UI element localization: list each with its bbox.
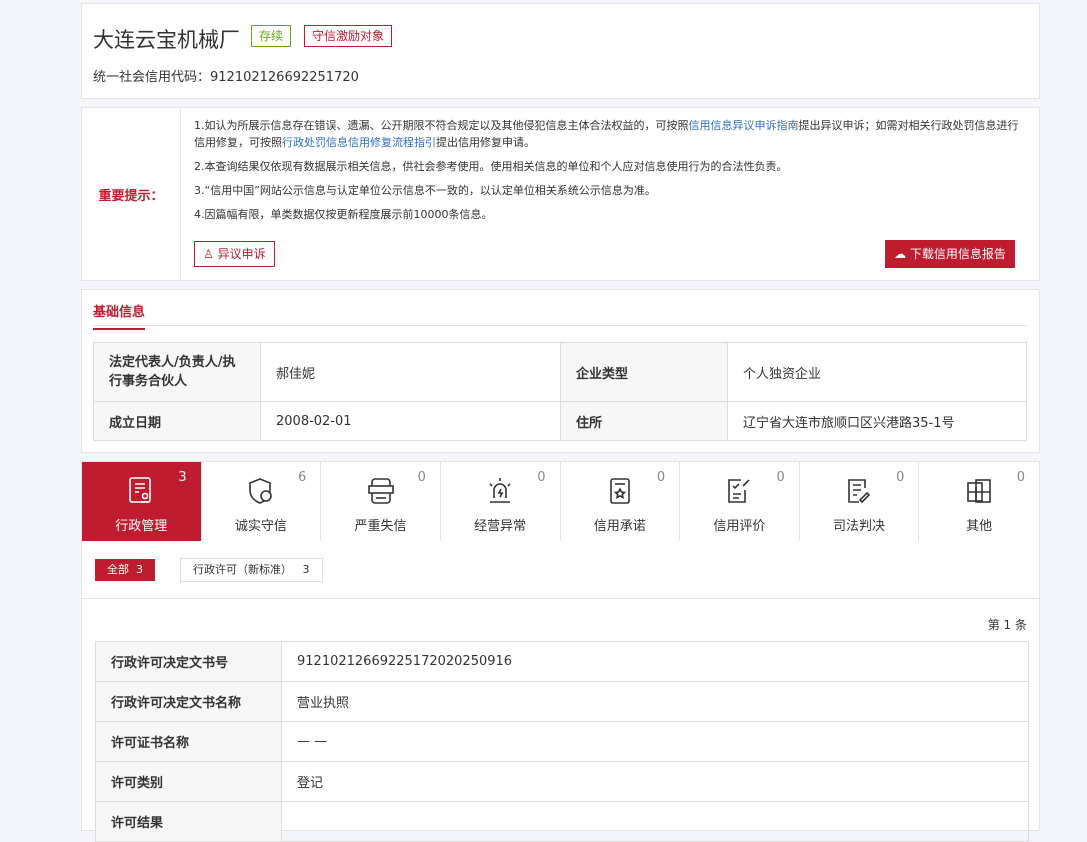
tab-other[interactable]: 0 其他 <box>919 462 1039 541</box>
notice-label: 重要提示： <box>82 108 181 280</box>
document-stamp-icon <box>129 477 152 503</box>
company-name: 大连云宝机械厂 <box>93 28 240 52</box>
repair-guide-link[interactable]: 行政处罚信息信用修复流程指引 <box>282 136 436 149</box>
tab-judicial[interactable]: 0 司法判决 <box>800 462 920 541</box>
category-tabs: 3 行政管理 6 诚实守信 0 严重失信 0 经营异常 0 信用承诺 0 信用评价 0 司法判… <box>81 461 1040 542</box>
grid-doc-icon <box>967 479 991 503</box>
shield-icon <box>249 478 272 504</box>
objection-guide-link[interactable]: 信用信息异议申诉指南 <box>689 119 799 132</box>
tab-credit-commitment[interactable]: 0 信用承诺 <box>561 462 681 541</box>
table-row: 许可证书名称 — — <box>95 721 1029 762</box>
notice-item-1: 1.如认为所展示信息存在错误、遗漏、公开期限不符合规定以及其他侵犯信息主体合法权… <box>194 119 1019 149</box>
cloud-download-icon: ☁ <box>894 247 907 261</box>
credit-code: 统一社会信用代码：912102126692251720 <box>93 66 359 85</box>
tab-honesty[interactable]: 6 诚实守信 <box>202 462 322 541</box>
table-row: 许可类别 登记 <box>95 761 1029 802</box>
honor-badge: 守信激励对象 <box>304 25 393 47</box>
tab-serious-dishonesty[interactable]: 0 严重失信 <box>321 462 441 541</box>
notice-item-3: 3.“信用中国”网站公示信息与认定单位公示信息不一致的，以认定单位相关系统公示信… <box>194 184 656 197</box>
tab-admin[interactable]: 3 行政管理 <box>82 462 202 541</box>
table-row: 行政许可决定文书号 91210212669225172020250916 <box>95 641 1029 682</box>
record-table: 行政许可决定文书号 91210212669225172020250916 行政许可… <box>95 641 1029 842</box>
alarm-light-icon <box>489 478 511 503</box>
table-row: 许可结果 <box>95 801 1029 842</box>
basic-info: 基础信息 法定代表人/负责人/执行事务合伙人 郝佳妮 企业类型 个人独资企业 成立日期… <box>81 289 1040 453</box>
stamp-icon: ♙ <box>203 247 214 261</box>
table-row: 行政许可决定文书名称 营业执照 <box>95 681 1029 722</box>
important-notice: 重要提示： 1.如认为所展示信息存在错误、遗漏、公开期限不符合规定以及其他侵犯信… <box>81 107 1040 281</box>
tab-abnormal-operation[interactable]: 0 经营异常 <box>441 462 561 541</box>
notice-item-4: 4.因篇幅有限，单类数据仅按更新程度展示前10000条信息。 <box>194 208 493 221</box>
basic-info-table: 法定代表人/负责人/执行事务合伙人 郝佳妮 企业类型 个人独资企业 成立日期 2008-… <box>93 342 1027 441</box>
table-row: 成立日期 2008-02-01 住所 辽宁省大连市旅顺口区兴港路35-1号 <box>93 401 1027 441</box>
evaluation-icon <box>728 479 751 503</box>
commitment-doc-icon <box>610 478 630 504</box>
objection-button[interactable]: ♙ 异议申诉 <box>194 241 275 267</box>
credit-code-label: 统一社会信用代码： <box>93 70 211 85</box>
record-list: 全部 3 行政许可（新标准） 3 第 1 条 行政许可决定文书号 91210212… <box>81 541 1040 842</box>
credit-code-value: 912102126692251720 <box>210 70 359 85</box>
tab-credit-evaluation[interactable]: 0 信用评价 <box>680 462 800 541</box>
subtab-admin-license[interactable]: 行政许可（新标准） 3 <box>180 558 323 582</box>
download-report-button[interactable]: ☁ 下载信用信息报告 <box>885 240 1015 268</box>
subtab-all[interactable]: 全部 3 <box>95 559 155 581</box>
notice-item-2: 2.本查询结果仅依现有数据展示相关信息，供社会参考使用。使用相关信息的单位和个人… <box>194 160 788 173</box>
record-index: 第 1 条 <box>987 618 1027 632</box>
company-header: 大连云宝机械厂 存续 守信激励对象 统一社会信用代码：9121021266922… <box>81 3 1040 99</box>
dishonest-person-icon <box>367 478 394 504</box>
judgment-icon <box>848 479 871 504</box>
table-row: 法定代表人/负责人/执行事务合伙人 郝佳妮 企业类型 个人独资企业 <box>93 342 1027 402</box>
status-badge: 存续 <box>251 25 292 47</box>
